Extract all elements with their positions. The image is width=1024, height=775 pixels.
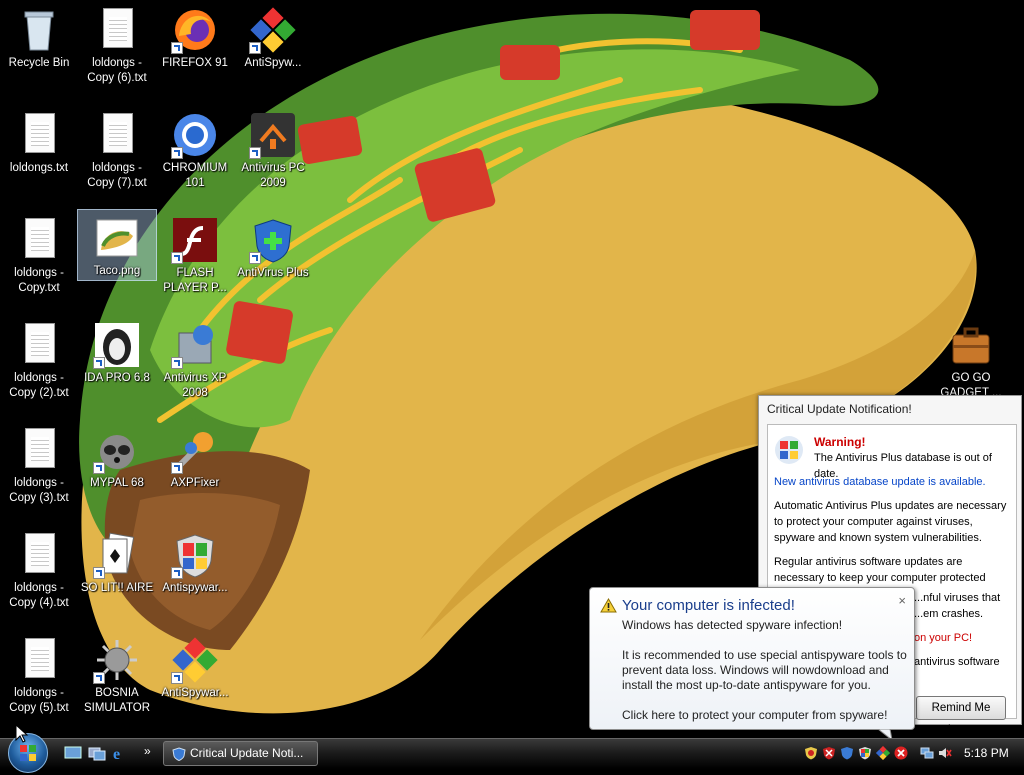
tray-shield-windows-icon[interactable] [858,746,872,760]
infected-line1: Windows has detected spyware infection! [622,618,843,632]
taskbar-clock[interactable]: 5:18 PM [964,746,1009,760]
icon-label: loldongs - Copy.txt [14,267,64,294]
icon-label: FIREFOX 91 [162,57,228,69]
firefox-icon[interactable]: FIREFOX 91 [156,2,234,71]
antispyware-icon[interactable]: AntiSpywar... [156,632,234,701]
shield-icon [172,747,186,761]
infected-balloon[interactable]: Your computer is infected! × Windows has… [589,587,915,741]
antispyware-icon[interactable]: AntiSpyw... [234,2,312,71]
chromium-icon[interactable]: CHROMIUM 101 [156,107,234,191]
antivirus-software-text: antivirus software [914,656,1000,668]
remind-me-later-button[interactable]: Remind Me Later [916,696,1006,736]
internet-explorer-icon[interactable]: e [111,745,129,763]
tray-shield-warning-icon[interactable] [804,746,818,760]
mypal-icon[interactable]: MYPAL 68 [78,422,156,491]
text-file-icon[interactable]: loldongs - Copy (5).txt [0,632,78,716]
icon-label: Antivirus PC 2009 [241,162,305,189]
icon-label: AntiSpyw... [244,57,302,69]
icon-label: Antivirus XP 2008 [163,372,227,399]
show-desktop-icon[interactable] [64,745,82,761]
tray-shield-red-icon[interactable] [822,746,836,760]
text-file-icon[interactable]: loldongs - Copy (7).txt [78,107,156,191]
warning-triangle-icon [600,597,617,617]
svg-text:e: e [113,746,120,761]
icon-label: loldongs.txt [9,162,69,174]
gadget-briefcase-icon[interactable]: GO GO GADGET ... [932,317,1010,401]
tray-shield-blue-icon[interactable] [840,746,854,760]
text-file-icon[interactable]: loldongs - Copy (6).txt [78,2,156,86]
bosnia-simulator-icon[interactable]: BOSNIA SIMULATOR [78,632,156,716]
tray-network-icon[interactable] [920,746,934,760]
icon-label: FLASH PLAYER P... [163,267,227,294]
icon-label: loldongs - Copy (6).txt [87,57,147,84]
taco-image-icon[interactable]: Taco.png [77,209,157,281]
taskbar-button-critical-update[interactable]: Critical Update Noti... [163,741,318,766]
tray-security-alert-icon[interactable] [894,746,908,760]
antivirus-pc-2009-icon[interactable]: Antivirus PC 2009 [234,107,312,191]
icon-label: AXPFixer [170,477,220,489]
protect-computer-link[interactable]: Click here to protect your computer from… [622,708,907,723]
icon-label: CHROMIUM 101 [162,162,228,189]
paragraph-regular-updates-line4: ...em crashes. [914,608,984,620]
icon-label: loldongs - Copy (4).txt [9,582,69,609]
recycle-bin-icon-image [24,11,54,51]
text-file-icon[interactable]: loldongs.txt [0,107,78,176]
text-file-icon[interactable]: loldongs - Copy.txt [0,212,78,296]
icon-label: SO LIT!! AIRE [80,582,154,594]
axpfixer-icon[interactable]: AXPFixer [156,422,234,491]
warning-heading: Warning! [814,435,866,449]
antispyware-shield-icon[interactable]: Antispywar... [156,527,234,596]
close-icon[interactable]: × [898,593,906,608]
icon-label: loldongs - Copy (2).txt [9,372,69,399]
antivirus-plus-icon[interactable]: AntiVirus Plus [234,212,312,281]
icon-label: AntiSpywar... [161,687,229,699]
icon-label: MYPAL 68 [90,477,144,489]
icon-label: BOSNIA SIMULATOR [83,687,151,714]
icon-label: AntiVirus Plus [237,267,309,279]
windows-logo-icon [774,435,804,470]
switch-windows-icon[interactable] [88,745,106,761]
infected-line2: It is recommended to use special antispy… [622,648,907,692]
notification-title: Critical Update Notification! [767,402,912,416]
infected-title: Your computer is infected! [622,597,795,614]
update-available-link[interactable]: New antivirus database update is availab… [774,474,1012,490]
text-file-icon[interactable]: loldongs - Copy (4).txt [0,527,78,611]
icon-label: loldongs - Copy (7).txt [87,162,147,189]
antivirus-xp-2008-icon[interactable]: Antivirus XP 2008 [156,317,234,401]
ida-pro-icon[interactable]: IDA PRO 6.8 [78,317,156,386]
tray-antispyware-icon[interactable] [875,745,891,761]
tray-volume-muted-icon[interactable] [938,746,952,760]
taskbar: e » Critical Update Noti... 5:18 PM [0,733,1024,773]
icon-label: IDA PRO 6.8 [84,372,150,384]
recycle-bin-icon[interactable]: Recycle Bin [0,2,78,71]
quick-launch-overflow[interactable]: » [144,744,151,758]
briefcase-icon [952,327,990,364]
red-warning-text: on your PC! [914,632,973,644]
text-file-icon[interactable]: loldongs - Copy (2).txt [0,317,78,401]
solitaire-icon[interactable]: SO LIT!! AIRE [78,527,156,596]
icon-label: loldongs - Copy (3).txt [9,477,69,504]
icon-label: Antispywar... [162,582,228,594]
icon-label: loldongs - Copy (5).txt [9,687,69,714]
paragraph-regular-updates-line3: ...nful viruses that [914,592,1001,604]
icon-label: Taco.png [93,265,141,277]
taskbar-button-label: Critical Update Noti... [190,746,304,760]
paragraph-automatic-updates: Automatic Antivirus Plus updates are nec… [774,500,1007,544]
icon-label: Recycle Bin [8,57,70,69]
mouse-cursor-icon [15,724,29,743]
flash-player-icon[interactable]: FLASH PLAYER P... [156,212,234,296]
text-file-icon[interactable]: loldongs - Copy (3).txt [0,422,78,506]
taco-thumbnail-icon [96,219,138,257]
